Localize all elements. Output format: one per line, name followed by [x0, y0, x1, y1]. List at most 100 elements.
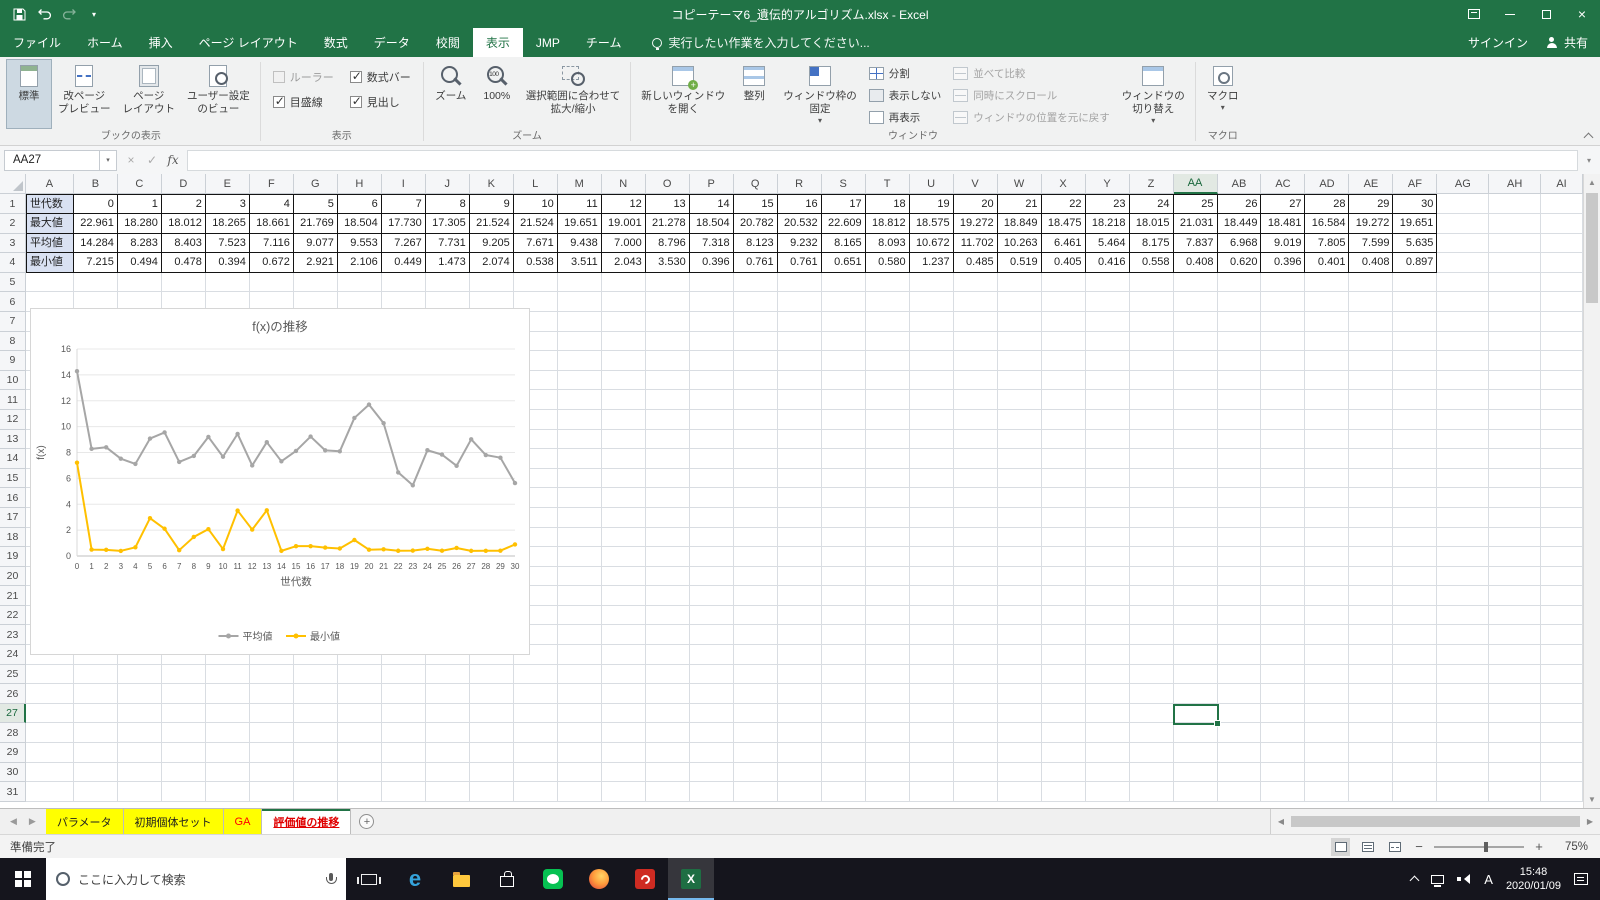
cell-Z18[interactable]: [1129, 527, 1174, 548]
column-header-AA[interactable]: AA: [1173, 174, 1218, 194]
cell-X15[interactable]: [1041, 468, 1086, 489]
cell-M23[interactable]: [557, 625, 602, 646]
tell-me-box[interactable]: 実行したい作業を入力してください...: [652, 28, 870, 57]
cell-C28[interactable]: [117, 723, 162, 744]
column-header-W[interactable]: W: [997, 174, 1042, 194]
cell-O11[interactable]: [645, 390, 690, 410]
cell-R6[interactable]: [777, 292, 822, 312]
cell-Q10[interactable]: [733, 370, 778, 391]
cell-AF19[interactable]: [1393, 547, 1438, 567]
cell-AH10[interactable]: [1489, 370, 1542, 391]
cell-F30[interactable]: [249, 762, 294, 783]
cell-AF1[interactable]: 30: [1393, 194, 1438, 214]
cell-Z28[interactable]: [1129, 723, 1174, 744]
cell-V3[interactable]: 11.702: [953, 233, 998, 254]
cell-AE11[interactable]: [1349, 390, 1394, 410]
cell-I4[interactable]: 0.449: [381, 253, 426, 273]
cell-Q16[interactable]: [733, 488, 778, 508]
cell-Y17[interactable]: [1085, 507, 1130, 528]
cell-Q19[interactable]: [733, 547, 778, 567]
cell-R12[interactable]: [777, 409, 822, 430]
cell-AI3[interactable]: [1541, 233, 1583, 254]
active-cell-selection[interactable]: [1173, 703, 1221, 727]
line-app-button[interactable]: [530, 858, 576, 900]
cell-N30[interactable]: [601, 762, 646, 783]
cell-AB21[interactable]: [1217, 586, 1262, 606]
cell-K29[interactable]: [469, 743, 514, 763]
cell-W23[interactable]: [997, 625, 1042, 646]
cell-R18[interactable]: [777, 527, 822, 548]
cell-J5[interactable]: [425, 272, 470, 293]
cell-AC18[interactable]: [1261, 527, 1306, 548]
cell-I25[interactable]: [381, 664, 426, 685]
cell-M28[interactable]: [557, 723, 602, 744]
row-header-2[interactable]: 2: [0, 214, 26, 234]
cell-M12[interactable]: [557, 409, 602, 430]
cell-U18[interactable]: [909, 527, 954, 548]
cell-O27[interactable]: [645, 703, 690, 724]
cell-AD10[interactable]: [1305, 370, 1350, 391]
cell-C26[interactable]: [117, 684, 162, 704]
row-header-27[interactable]: 27: [0, 703, 26, 724]
cell-AD29[interactable]: [1305, 743, 1350, 763]
cell-X4[interactable]: 0.405: [1041, 253, 1086, 273]
firefox-button[interactable]: [576, 858, 622, 900]
zoom-to-selection-button[interactable]: 選択範囲に合わせて 拡大/縮小: [520, 59, 627, 129]
cell-W20[interactable]: [997, 566, 1042, 587]
cell-AF28[interactable]: [1393, 723, 1438, 744]
cell-H4[interactable]: 2.106: [337, 253, 382, 273]
cell-AB6[interactable]: [1217, 292, 1262, 312]
cell-X10[interactable]: [1041, 370, 1086, 391]
cell-AE18[interactable]: [1349, 527, 1394, 548]
cell-AI25[interactable]: [1541, 664, 1583, 685]
cell-P9[interactable]: [689, 351, 734, 371]
cell-W27[interactable]: [997, 703, 1042, 724]
cell-S27[interactable]: [821, 703, 866, 724]
cell-D28[interactable]: [161, 723, 206, 744]
cell-C25[interactable]: [117, 664, 162, 685]
cell-AD21[interactable]: [1305, 586, 1350, 606]
normal-view-button[interactable]: 標準: [6, 59, 52, 129]
cell-AH4[interactable]: [1489, 253, 1542, 273]
row-header-19[interactable]: 19: [0, 547, 26, 567]
cell-B29[interactable]: [73, 743, 118, 763]
cell-Z22[interactable]: [1129, 605, 1174, 626]
cell-V20[interactable]: [953, 566, 998, 587]
cell-A3[interactable]: 平均値: [25, 233, 74, 254]
row-header-3[interactable]: 3: [0, 233, 26, 254]
cell-O1[interactable]: 13: [645, 194, 690, 214]
cell-X9[interactable]: [1041, 351, 1086, 371]
cell-R10[interactable]: [777, 370, 822, 391]
row-header-20[interactable]: 20: [0, 566, 26, 587]
cell-F25[interactable]: [249, 664, 294, 685]
cell-Z3[interactable]: 8.175: [1129, 233, 1174, 254]
cell-AB29[interactable]: [1217, 743, 1262, 763]
cell-AG7[interactable]: [1437, 311, 1490, 332]
freeze-panes-button[interactable]: ウィンドウ枠の 固定 ▾: [777, 59, 863, 129]
cell-Q9[interactable]: [733, 351, 778, 371]
tab-formulas[interactable]: 数式: [311, 28, 361, 57]
cell-M5[interactable]: [557, 272, 602, 293]
cell-Y5[interactable]: [1085, 272, 1130, 293]
cell-N29[interactable]: [601, 743, 646, 763]
synchronous-scrolling-button[interactable]: 同時にスクロール: [950, 85, 1113, 105]
cell-Q12[interactable]: [733, 409, 778, 430]
cell-X13[interactable]: [1041, 429, 1086, 450]
cell-K26[interactable]: [469, 684, 514, 704]
cell-N31[interactable]: [601, 782, 646, 802]
store-button[interactable]: [484, 858, 530, 900]
cell-V7[interactable]: [953, 311, 998, 332]
cell-E3[interactable]: 7.523: [205, 233, 250, 254]
cell-O2[interactable]: 21.278: [645, 214, 690, 234]
cell-Z31[interactable]: [1129, 782, 1174, 802]
row-header-25[interactable]: 25: [0, 664, 26, 685]
cell-AA13[interactable]: [1173, 429, 1218, 450]
cell-N11[interactable]: [601, 390, 646, 410]
cell-AH26[interactable]: [1489, 684, 1542, 704]
cell-R3[interactable]: 9.232: [777, 233, 822, 254]
cell-U5[interactable]: [909, 272, 954, 293]
cell-V10[interactable]: [953, 370, 998, 391]
cell-AG29[interactable]: [1437, 743, 1490, 763]
cell-AA8[interactable]: [1173, 331, 1218, 352]
cell-H3[interactable]: 9.553: [337, 233, 382, 254]
